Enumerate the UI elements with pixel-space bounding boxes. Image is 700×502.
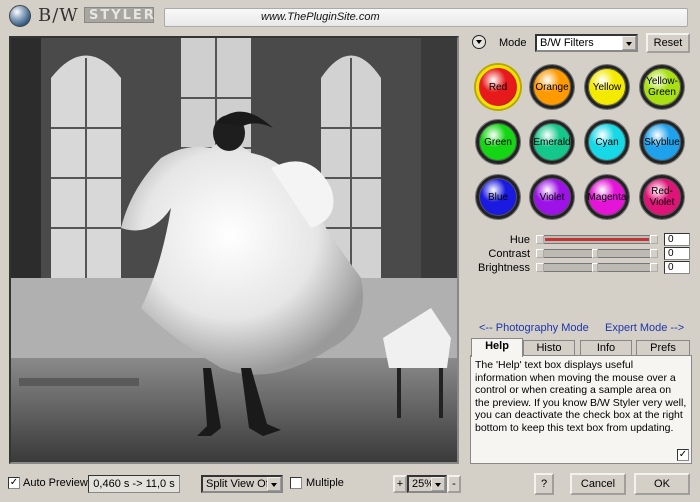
tab-info[interactable]: Info bbox=[580, 340, 632, 356]
preview-photo bbox=[11, 38, 457, 462]
contrast-slider-thumb[interactable] bbox=[592, 249, 598, 258]
slider-right-arrow-icon[interactable] bbox=[650, 263, 658, 272]
ok-button[interactable]: OK bbox=[634, 473, 690, 495]
slider-right-arrow-icon[interactable] bbox=[650, 249, 658, 258]
swatch-orange[interactable]: Orange bbox=[530, 65, 574, 109]
tab-prefs[interactable]: Prefs bbox=[636, 340, 690, 356]
swatch-yellow[interactable]: Yellow bbox=[585, 65, 629, 109]
contrast-slider[interactable] bbox=[536, 249, 658, 258]
auto-preview-label: Auto Preview bbox=[23, 477, 88, 489]
multiple-label: Multiple bbox=[306, 477, 344, 489]
chevron-down-icon bbox=[431, 477, 445, 491]
swatch-magenta[interactable]: Magenta bbox=[585, 175, 629, 219]
title-bar: B/W STYLER www.ThePluginSite.com bbox=[0, 0, 700, 30]
slider-right-arrow-icon[interactable] bbox=[650, 235, 658, 244]
tab-histo[interactable]: Histo bbox=[523, 340, 575, 356]
swatch-label: Skyblue bbox=[644, 136, 680, 148]
multiple-checkbox[interactable] bbox=[290, 477, 302, 489]
zoom-select[interactable]: 25% bbox=[407, 475, 447, 493]
auto-preview-checkbox[interactable]: ✓ bbox=[8, 477, 20, 489]
swatch-label: Red-Violet bbox=[649, 186, 675, 208]
mode-dropdown-icon[interactable] bbox=[472, 35, 486, 49]
split-view-select[interactable]: Split View Off bbox=[201, 475, 283, 493]
slider-left-arrow-icon[interactable] bbox=[536, 263, 544, 272]
slider-left-arrow-icon[interactable] bbox=[536, 249, 544, 258]
expert-mode-link[interactable]: Expert Mode --> bbox=[605, 322, 684, 334]
reset-button[interactable]: Reset bbox=[646, 33, 690, 53]
image-preview[interactable] bbox=[9, 36, 459, 464]
slider-left-arrow-icon[interactable] bbox=[536, 235, 544, 244]
help-text: The 'Help' text box displays useful info… bbox=[475, 359, 687, 434]
swatch-label: Cyan bbox=[595, 136, 619, 148]
swatch-label: Red bbox=[488, 81, 508, 93]
hue-value[interactable]: 0 bbox=[664, 233, 690, 246]
swatch-cyan[interactable]: Cyan bbox=[585, 120, 629, 164]
mode-select-value: B/W Filters bbox=[540, 37, 594, 49]
swatch-yellow-green[interactable]: Yellow-Green bbox=[640, 65, 684, 109]
swatch-emerald[interactable]: Emerald bbox=[530, 120, 574, 164]
mode-select[interactable]: B/W Filters bbox=[535, 34, 638, 52]
brightness-label: Brightness bbox=[478, 262, 530, 274]
chevron-down-icon bbox=[622, 36, 636, 50]
logo-bw: B/W bbox=[38, 5, 79, 26]
hue-label: Hue bbox=[509, 234, 530, 246]
swatch-label: Green bbox=[484, 136, 512, 148]
tab-help[interactable]: Help bbox=[471, 338, 523, 357]
swatch-label: Magenta bbox=[587, 191, 627, 203]
brightness-slider-thumb[interactable] bbox=[592, 263, 598, 272]
swatch-label: Blue bbox=[487, 191, 508, 203]
swatch-violet[interactable]: Violet bbox=[530, 175, 574, 219]
swatch-red[interactable]: Red bbox=[476, 65, 520, 109]
contrast-label: Contrast bbox=[488, 248, 530, 260]
swatch-label: Yellow-Green bbox=[646, 76, 678, 98]
swatch-label: Emerald bbox=[533, 136, 571, 148]
swatch-label: Yellow bbox=[592, 81, 622, 93]
help-update-checkbox[interactable]: ✓ bbox=[677, 449, 689, 461]
mode-label: Mode bbox=[499, 37, 527, 49]
swatch-blue[interactable]: Blue bbox=[476, 175, 520, 219]
timing-readout: 0,460 s -> 11,0 s bbox=[88, 475, 180, 493]
zoom-in-button[interactable]: + bbox=[393, 475, 407, 493]
hue-slider[interactable] bbox=[536, 235, 658, 244]
help-text-box: The 'Help' text box displays useful info… bbox=[470, 355, 692, 464]
photography-mode-link[interactable]: <-- Photography Mode bbox=[479, 322, 589, 334]
swatch-green[interactable]: Green bbox=[476, 120, 520, 164]
split-view-value: Split View Off bbox=[206, 478, 272, 490]
swatch-label: Orange bbox=[535, 81, 569, 93]
help-button[interactable]: ? bbox=[534, 473, 554, 495]
swatch-label: Violet bbox=[539, 191, 565, 203]
website-link[interactable]: www.ThePluginSite.com bbox=[261, 11, 380, 23]
swatch-skyblue[interactable]: Skyblue bbox=[640, 120, 684, 164]
url-bar[interactable]: www.ThePluginSite.com bbox=[164, 8, 688, 27]
logo-styler: STYLER bbox=[84, 7, 154, 23]
brightness-slider[interactable] bbox=[536, 263, 658, 272]
brightness-value[interactable]: 0 bbox=[664, 261, 690, 274]
chevron-down-icon bbox=[267, 477, 281, 491]
cancel-button[interactable]: Cancel bbox=[570, 473, 626, 495]
zoom-out-button[interactable]: - bbox=[447, 475, 461, 493]
logo-icon bbox=[9, 5, 31, 27]
hue-slider-fill bbox=[545, 238, 649, 241]
contrast-value[interactable]: 0 bbox=[664, 247, 690, 260]
swatch-red-violet[interactable]: Red-Violet bbox=[640, 175, 684, 219]
